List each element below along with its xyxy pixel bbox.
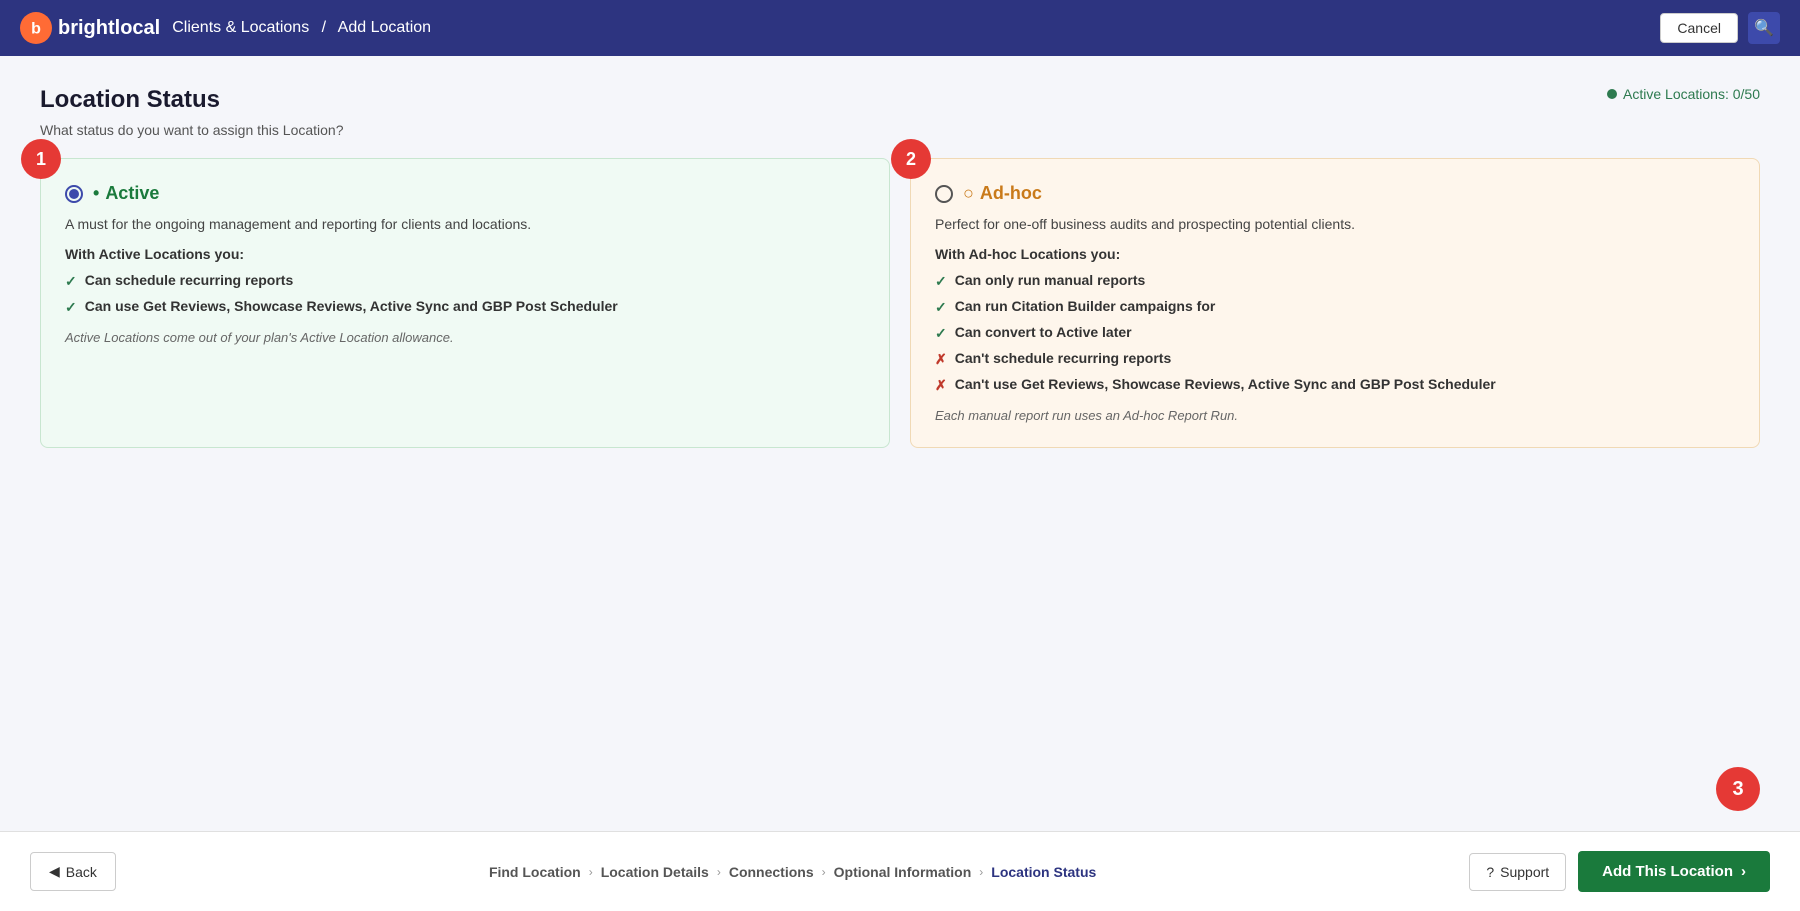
adhoc-feature-list: ✓ Can only run manual reports ✓ Can run …: [935, 272, 1735, 394]
options-grid: 1 Active A must for the ongoing manageme…: [40, 158, 1760, 448]
active-option-card: 1 Active A must for the ongoing manageme…: [40, 158, 890, 448]
check-icon: ✓: [935, 273, 947, 290]
active-dot-icon: [1607, 89, 1617, 99]
nav-step-location-status[interactable]: Location Status: [991, 864, 1096, 880]
header-left: b brightlocal Clients & Locations / Add …: [20, 12, 431, 44]
list-item: ✗ Can't schedule recurring reports: [935, 350, 1735, 368]
bottom-right: ? Support Add This Location ›: [1469, 851, 1770, 892]
check-icon: ✓: [935, 299, 947, 316]
step-badge-2: 2: [891, 139, 931, 179]
page-header: Location Status What status do you want …: [40, 86, 1760, 138]
bottom-nav: ◀ Back Find Location › Location Details …: [0, 831, 1800, 911]
adhoc-option-note: Each manual report run uses an Ad-hoc Re…: [935, 408, 1735, 423]
check-icon: ✓: [935, 325, 947, 342]
logo: b brightlocal: [20, 12, 160, 44]
svg-text:b: b: [31, 20, 41, 37]
page-subtitle: What status do you want to assign this L…: [40, 122, 344, 138]
nav-steps: Find Location › Location Details › Conne…: [489, 864, 1096, 880]
search-icon: 🔍: [1754, 18, 1774, 38]
cancel-button[interactable]: Cancel: [1660, 13, 1738, 43]
active-feature-list: ✓ Can schedule recurring reports ✓ Can u…: [65, 272, 865, 316]
logo-text: brightlocal: [58, 17, 160, 40]
list-item: ✓ Can use Get Reviews, Showcase Reviews,…: [65, 298, 865, 316]
nav-step-connections[interactable]: Connections: [729, 864, 814, 880]
active-radio-button[interactable]: [65, 185, 83, 203]
nav-chevron-icon: ›: [589, 865, 593, 879]
list-item: ✓ Can only run manual reports: [935, 272, 1735, 290]
active-locations-text: Active Locations: 0/50: [1623, 86, 1760, 102]
check-icon: ✓: [65, 273, 77, 290]
nav-chevron-icon: ›: [717, 865, 721, 879]
main-content: Location Status What status do you want …: [0, 56, 1800, 831]
nav-step-location-details[interactable]: Location Details: [601, 864, 709, 880]
list-item: ✓ Can run Citation Builder campaigns for: [935, 298, 1735, 316]
adhoc-with-label: With Ad-hoc Locations you:: [935, 246, 1735, 262]
active-option-note: Active Locations come out of your plan's…: [65, 330, 865, 345]
add-location-button[interactable]: Add This Location ›: [1578, 851, 1770, 892]
list-item: ✗ Can't use Get Reviews, Showcase Review…: [935, 376, 1735, 394]
list-item: ✓ Can convert to Active later: [935, 324, 1735, 342]
back-button[interactable]: ◀ Back: [30, 852, 116, 891]
title-section: Location Status What status do you want …: [40, 86, 344, 138]
active-option-description: A must for the ongoing management and re…: [65, 216, 865, 232]
adhoc-option-header: Ad-hoc: [935, 183, 1735, 204]
chevron-right-icon: ›: [1741, 863, 1746, 880]
step-badge-3: 3: [1716, 767, 1760, 811]
adhoc-option-description: Perfect for one-off business audits and …: [935, 216, 1735, 232]
step-badge-1: 1: [21, 139, 61, 179]
nav-chevron-icon: ›: [822, 865, 826, 879]
active-locations-badge: Active Locations: 0/50: [1607, 86, 1760, 102]
nav-step-optional-information[interactable]: Optional Information: [834, 864, 972, 880]
support-button[interactable]: ? Support: [1469, 853, 1566, 891]
breadcrumb: Clients & Locations / Add Location: [172, 19, 431, 37]
nav-chevron-icon: ›: [979, 865, 983, 879]
adhoc-radio-button[interactable]: [935, 185, 953, 203]
active-option-title: Active: [93, 183, 159, 204]
list-item: ✓ Can schedule recurring reports: [65, 272, 865, 290]
header: b brightlocal Clients & Locations / Add …: [0, 0, 1800, 56]
active-option-header: Active: [65, 183, 865, 204]
cross-icon: ✗: [935, 377, 947, 394]
search-button[interactable]: 🔍: [1748, 12, 1780, 44]
active-with-label: With Active Locations you:: [65, 246, 865, 262]
support-icon: ?: [1486, 864, 1494, 880]
check-icon: ✓: [65, 299, 77, 316]
adhoc-option-title: Ad-hoc: [963, 183, 1042, 204]
cross-icon: ✗: [935, 351, 947, 368]
nav-step-find-location[interactable]: Find Location: [489, 864, 581, 880]
chevron-left-icon: ◀: [49, 863, 60, 880]
adhoc-option-card: 2 Ad-hoc Perfect for one-off business au…: [910, 158, 1760, 448]
header-right: Cancel 🔍: [1660, 12, 1780, 44]
page-title: Location Status: [40, 86, 344, 114]
